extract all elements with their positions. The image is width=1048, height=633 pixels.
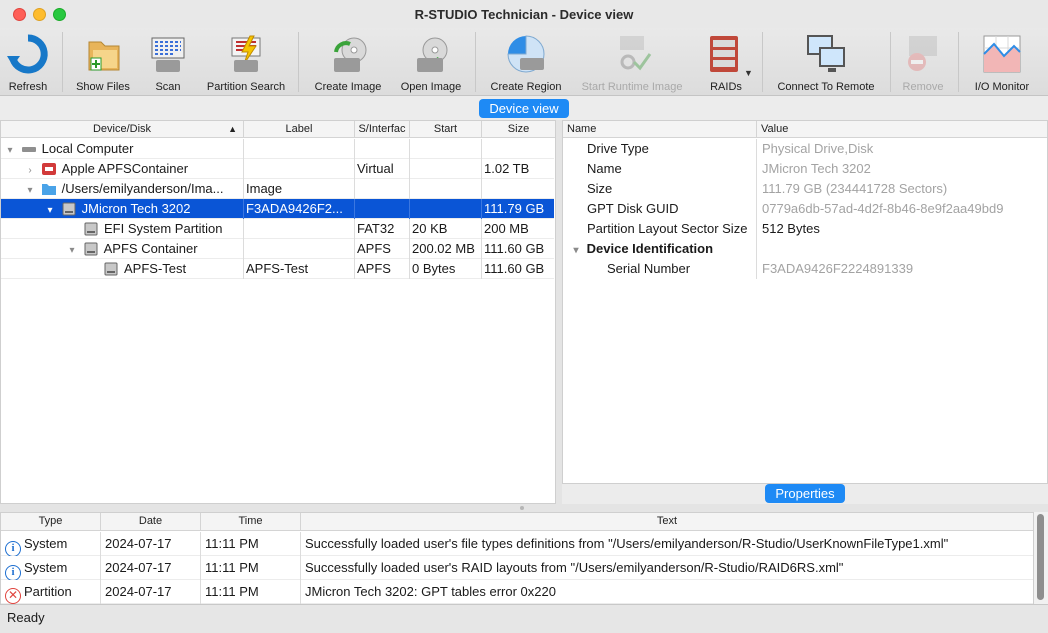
device-tree-header: Device/Disk ▲ Label S/Interfac Start Siz…: [1, 121, 555, 138]
raid-array-icon: [710, 36, 738, 72]
scan-icon: [151, 37, 185, 72]
window-title: R-STUDIO Technician - Device view: [414, 7, 634, 22]
tree-row-efi-partition[interactable]: EFI System Partition FAT32 20 KB 200 MB: [1, 219, 554, 239]
show-files-button[interactable]: Show Files: [72, 30, 134, 94]
create-image-button[interactable]: Create Image: [308, 30, 388, 94]
refresh-icon: [7, 34, 48, 74]
start-runtime-image-button[interactable]: Start Runtime Image: [576, 30, 688, 94]
collapsed-chevron-icon[interactable]: ›: [23, 161, 37, 179]
computer-icon: [21, 147, 36, 152]
scrollbar-thumb[interactable]: [1037, 514, 1044, 600]
column-device-disk[interactable]: Device/Disk ▲: [1, 121, 244, 138]
partition-icon: [84, 242, 98, 256]
column-fs-interface[interactable]: S/Interfac: [355, 121, 410, 138]
log-scrollbar[interactable]: [1034, 512, 1048, 604]
status-bar: Ready: [0, 604, 1048, 633]
partition-icon: [84, 222, 98, 236]
column-name[interactable]: Name: [563, 121, 757, 138]
property-row[interactable]: Name JMicron Tech 3202: [563, 159, 1047, 179]
column-text[interactable]: Text: [301, 513, 1033, 530]
log-row[interactable]: i System 2024-07-17 11:11 PM Successfully…: [1, 556, 1033, 580]
property-row[interactable]: Drive Type Physical Drive,Disk: [563, 139, 1047, 159]
log-row[interactable]: ✕ Partition 2024-07-17 11:11 PM JMicron T…: [1, 580, 1033, 604]
remove-icon: [908, 36, 937, 71]
tree-row-apple-apfs-container[interactable]: › Apple APFSContainer Virtual 1.02 TB: [1, 159, 554, 179]
device-view-label: Device view: [479, 99, 569, 118]
apfs-container-icon: [41, 163, 56, 175]
remove-button[interactable]: Remove: [896, 30, 950, 94]
horizontal-splitter[interactable]: [0, 504, 1048, 512]
scan-button[interactable]: Scan: [142, 30, 194, 94]
expanded-chevron-icon[interactable]: ▾: [3, 141, 17, 159]
info-icon: i: [5, 565, 21, 580]
properties-label: Properties: [765, 484, 845, 503]
open-image-icon: [417, 37, 448, 72]
runtime-image-icon: [620, 36, 652, 71]
remote-computers-icon: [807, 35, 845, 72]
property-row[interactable]: Size 111.79 GB (234441728 Sectors): [563, 179, 1047, 199]
property-row[interactable]: Serial Number F3ADA9426F2224891339: [563, 259, 1047, 279]
open-image-button[interactable]: Open Image: [396, 30, 466, 94]
create-region-button[interactable]: Create Region: [486, 30, 566, 94]
error-icon: ✕: [5, 588, 21, 604]
log-panel: Type Date Time Text i System 2024-07-17 1…: [0, 512, 1034, 604]
column-start[interactable]: Start: [410, 121, 482, 138]
volume-icon: [104, 262, 118, 276]
title-bar: R-STUDIO Technician - Device view: [0, 0, 1048, 30]
tree-row-apfs-test[interactable]: APFS-Test APFS-Test APFS 0 Bytes 111.60 …: [1, 259, 554, 279]
properties-header: Name Value: [563, 121, 1047, 138]
partition-search-button[interactable]: Partition Search: [202, 30, 290, 94]
expanded-chevron-icon[interactable]: ▾: [43, 201, 57, 219]
property-group-device-identification[interactable]: ▾ Device Identification: [563, 239, 1047, 259]
column-label[interactable]: Label: [244, 121, 355, 138]
tree-row-apfs-container[interactable]: ▾ APFS Container APFS 200.02 MB 111.60 G…: [1, 239, 554, 259]
property-row[interactable]: Partition Layout Sector Size 512 Bytes: [563, 219, 1047, 239]
info-icon: i: [5, 541, 21, 556]
column-size[interactable]: Size: [482, 121, 555, 138]
raids-button[interactable]: RAIDs: [698, 30, 754, 94]
disk-drive-icon: [62, 202, 76, 216]
status-text: Ready: [7, 610, 45, 625]
properties-panel: Name Value Drive Type Physical Drive,Dis…: [562, 120, 1048, 484]
column-date[interactable]: Date: [101, 513, 201, 530]
expanded-chevron-icon[interactable]: ▾: [569, 241, 583, 259]
tree-row-local-computer[interactable]: ▾ Local Computer: [1, 139, 554, 159]
folder-icon: [41, 184, 56, 195]
tree-row-image-file[interactable]: ▾ /Users/emilyanderson/Ima... Image: [1, 179, 554, 199]
io-monitor-icon: [983, 35, 1021, 73]
raids-dropdown-icon[interactable]: ▼: [744, 68, 753, 78]
create-region-icon: [507, 35, 545, 73]
column-type[interactable]: Type: [1, 513, 101, 530]
expanded-chevron-icon[interactable]: ▾: [65, 241, 79, 259]
sort-ascending-icon: ▲: [228, 124, 237, 134]
io-monitor-button[interactable]: I/O Monitor: [966, 30, 1038, 94]
log-row[interactable]: i System 2024-07-17 11:11 PM Successfully…: [1, 532, 1033, 556]
expanded-chevron-icon[interactable]: ▾: [23, 181, 37, 199]
tree-row-jmicron-tech[interactable]: ▾ JMicron Tech 3202 F3ADA9426F2... 111.7…: [1, 199, 554, 219]
column-value[interactable]: Value: [757, 121, 1047, 138]
refresh-button[interactable]: Refresh: [2, 30, 54, 94]
create-image-icon: [334, 37, 367, 72]
column-time[interactable]: Time: [201, 513, 301, 530]
device-tree-panel: Device/Disk ▲ Label S/Interfac Start Siz…: [0, 120, 556, 504]
folder-files-icon: [88, 41, 120, 71]
connect-to-remote-button[interactable]: Connect To Remote: [772, 30, 880, 94]
log-header: Type Date Time Text: [1, 513, 1033, 531]
toolbar: Refresh Show Files Scan Partition Search: [0, 28, 1048, 96]
partition-search-icon: [231, 35, 261, 72]
property-row[interactable]: GPT Disk GUID 0779a6db-57ad-4d2f-8b46-8e…: [563, 199, 1047, 219]
